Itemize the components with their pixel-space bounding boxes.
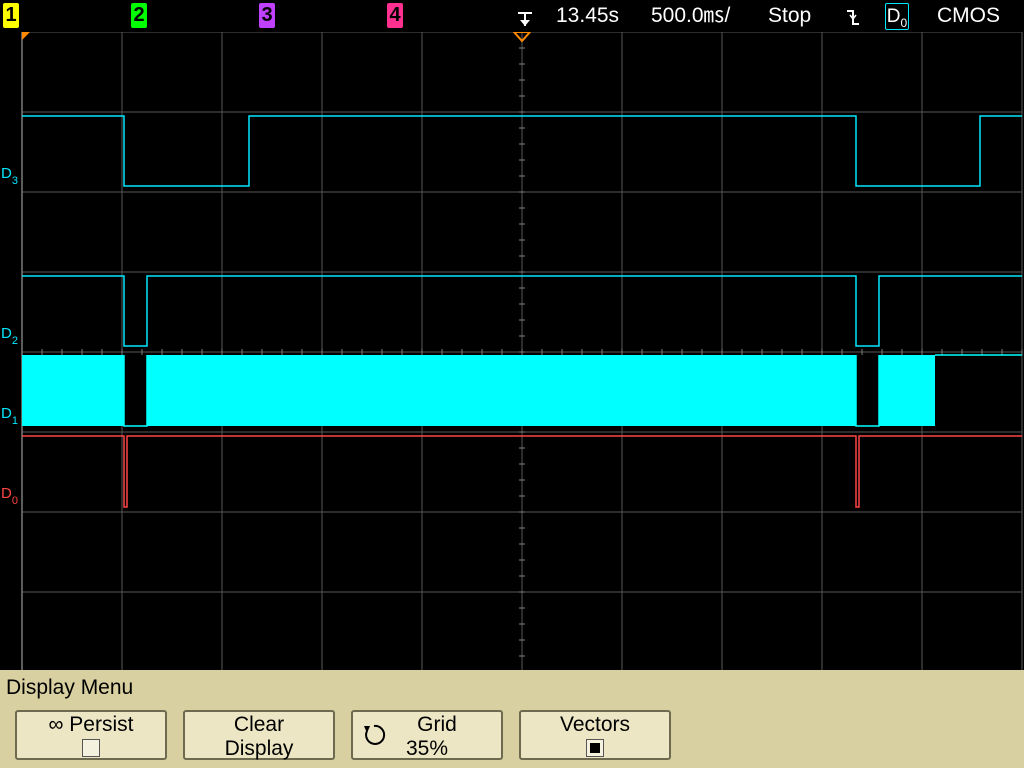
vectors-softkey[interactable]: Vectors — [519, 710, 671, 760]
trigger-delay-icon — [515, 6, 535, 28]
vectors-label: Vectors — [559, 713, 631, 736]
persist-softkey[interactable]: ∞ Persist — [15, 710, 167, 760]
time-position-readout: 13.45s — [556, 4, 620, 27]
trigger-source-indicator[interactable]: D0 — [885, 3, 909, 30]
channel-1-indicator[interactable]: 1 — [3, 3, 19, 28]
grid-softkey[interactable]: Grid 35% — [351, 710, 503, 760]
channel-4-indicator[interactable]: 4 — [387, 3, 403, 28]
persist-label: ∞ Persist — [48, 713, 134, 736]
run-state-readout: Stop — [768, 4, 812, 27]
clear-display-softkey[interactable]: Clear Display — [183, 710, 335, 760]
channel-3-indicator[interactable]: 3 — [259, 3, 275, 28]
logic-threshold-readout: CMOS — [937, 4, 1000, 27]
time-per-division-readout: 500.0㎳/ — [651, 4, 731, 27]
persist-checkbox[interactable] — [82, 739, 100, 757]
waveform-display[interactable]: D3 D2 D1 D0 — [0, 32, 1024, 670]
falling-edge-trigger-icon — [846, 6, 860, 28]
clear-label: Clear — [233, 713, 285, 736]
display-menu-bar: Display Menu ∞ Persist Clear Display Gri… — [0, 670, 1024, 768]
vectors-checkbox[interactable] — [586, 739, 604, 757]
channel-2-indicator[interactable]: 2 — [131, 3, 147, 28]
menu-title: Display Menu — [6, 676, 134, 699]
display-label: Display — [224, 737, 294, 760]
rotate-knob-icon — [361, 722, 387, 748]
status-bar: 1 2 3 4 13.45s 500.0㎳/ Stop D0 CMOS — [0, 0, 1024, 32]
